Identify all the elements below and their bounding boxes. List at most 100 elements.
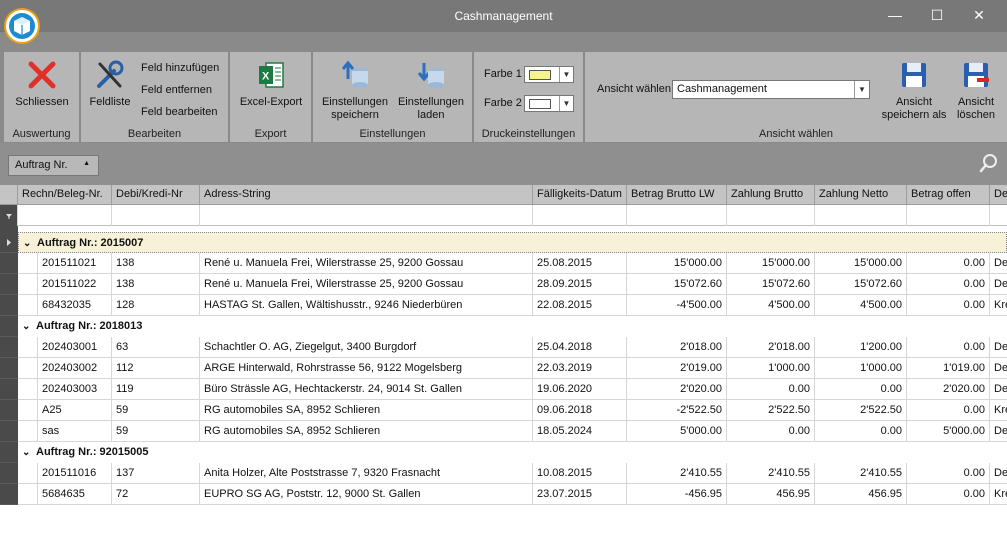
cell-zahlung-brutto[interactable]: 1'000.00 bbox=[727, 358, 815, 379]
cell-zahlung-netto[interactable]: 2'410.55 bbox=[815, 463, 907, 484]
cell-rechn-beleg-nr[interactable]: 202403002 bbox=[38, 358, 112, 379]
cell-betrag-brutto-lw[interactable]: 15'000.00 bbox=[627, 253, 727, 274]
app-logo-icon[interactable] bbox=[4, 8, 40, 44]
filter-cell-debi-kredi-nr[interactable] bbox=[112, 205, 200, 226]
column-header-zahlung-netto[interactable]: Zahlung Netto bbox=[815, 185, 907, 205]
group-row[interactable]: ⌄ Auftrag Nr.: 92015005 bbox=[18, 442, 1007, 463]
feld-entfernen-button[interactable]: Feld entfernen bbox=[141, 84, 212, 96]
row-indicator[interactable] bbox=[0, 379, 18, 400]
table-row[interactable]: 201511021 138 René u. Manuela Frei, Wilers… bbox=[18, 253, 1007, 274]
table-row[interactable]: 202403003 119 Büro Strässle AG, Hechtacker… bbox=[18, 379, 1007, 400]
close-window-button[interactable]: ✕ bbox=[964, 4, 994, 26]
cell-betrag-brutto-lw[interactable]: 2'019.00 bbox=[627, 358, 727, 379]
cell-zahlung-brutto[interactable]: 2'410.55 bbox=[727, 463, 815, 484]
cell-rechn-beleg-nr[interactable]: 202403003 bbox=[38, 379, 112, 400]
table-row[interactable]: 201511016 137 Anita Holzer, Alte Poststras… bbox=[18, 463, 1007, 484]
cell-betrag-brutto-lw[interactable]: 2'410.55 bbox=[627, 463, 727, 484]
cell-rechn-beleg-nr[interactable]: 201511022 bbox=[38, 274, 112, 295]
collapse-chevron-icon[interactable]: ⌄ bbox=[22, 321, 36, 332]
cell-faelligkeits-datum[interactable]: 18.05.2024 bbox=[533, 421, 627, 442]
cell-faelligkeits-datum[interactable]: 09.06.2018 bbox=[533, 400, 627, 421]
cell-faelligkeits-datum[interactable]: 28.09.2015 bbox=[533, 274, 627, 295]
cell-betrag-offen[interactable]: 0.00 bbox=[907, 337, 990, 358]
minimize-button[interactable]: — bbox=[880, 4, 910, 26]
row-indicator[interactable] bbox=[0, 484, 18, 505]
cell-betrag-offen[interactable]: 5'000.00 bbox=[907, 421, 990, 442]
column-header-zahlung-brutto[interactable]: Zahlung Brutto bbox=[727, 185, 815, 205]
cell-de[interactable]: De bbox=[990, 379, 1007, 400]
row-indicator[interactable] bbox=[0, 358, 18, 379]
cell-debi-kredi-nr[interactable]: 59 bbox=[112, 421, 200, 442]
cell-betrag-offen[interactable]: 2'020.00 bbox=[907, 379, 990, 400]
ansicht-speichern-button[interactable]: Ansicht speichern als bbox=[879, 58, 949, 122]
cell-betrag-offen[interactable]: 0.00 bbox=[907, 253, 990, 274]
cell-faelligkeits-datum[interactable]: 23.07.2015 bbox=[533, 484, 627, 505]
cell-betrag-brutto-lw[interactable]: 15'072.60 bbox=[627, 274, 727, 295]
cell-rechn-beleg-nr[interactable]: 5684635 bbox=[38, 484, 112, 505]
cell-debi-kredi-nr[interactable]: 119 bbox=[112, 379, 200, 400]
cell-zahlung-netto[interactable]: 0.00 bbox=[815, 421, 907, 442]
cell-faelligkeits-datum[interactable]: 19.06.2020 bbox=[533, 379, 627, 400]
cell-betrag-offen[interactable]: 0.00 bbox=[907, 463, 990, 484]
einstellungen-laden-button[interactable]: Einstellungen laden bbox=[395, 58, 467, 122]
row-indicator[interactable] bbox=[0, 337, 18, 358]
cell-debi-kredi-nr[interactable]: 112 bbox=[112, 358, 200, 379]
cell-debi-kredi-nr[interactable]: 138 bbox=[112, 274, 200, 295]
group-row-indicator[interactable] bbox=[0, 442, 18, 463]
row-indicator[interactable] bbox=[0, 274, 18, 295]
collapse-chevron-icon[interactable]: ⌄ bbox=[22, 447, 36, 458]
row-indicator[interactable] bbox=[0, 253, 18, 274]
cell-de[interactable]: De bbox=[990, 337, 1007, 358]
cell-betrag-brutto-lw[interactable]: 2'018.00 bbox=[627, 337, 727, 358]
row-indicator[interactable] bbox=[0, 421, 18, 442]
cell-debi-kredi-nr[interactable]: 137 bbox=[112, 463, 200, 484]
cell-zahlung-netto[interactable]: 456.95 bbox=[815, 484, 907, 505]
cell-de[interactable]: De bbox=[990, 358, 1007, 379]
table-row[interactable]: 201511022 138 René u. Manuela Frei, Wilers… bbox=[18, 274, 1007, 295]
cell-de[interactable]: De bbox=[990, 274, 1007, 295]
einstellungen-speichern-button[interactable]: Einstellungen speichern bbox=[319, 58, 391, 122]
farbe2-picker[interactable]: ▼ bbox=[524, 95, 574, 112]
cell-betrag-offen[interactable]: 0.00 bbox=[907, 400, 990, 421]
cell-zahlung-netto[interactable]: 1'200.00 bbox=[815, 337, 907, 358]
row-indicator[interactable] bbox=[0, 400, 18, 421]
cell-zahlung-brutto[interactable]: 2'522.50 bbox=[727, 400, 815, 421]
cell-de[interactable]: Kre bbox=[990, 295, 1007, 316]
cell-de[interactable]: Kre bbox=[990, 400, 1007, 421]
cell-adress-string[interactable]: ARGE Hinterwald, Rohrstrasse 56, 9122 Mo… bbox=[200, 358, 533, 379]
cell-zahlung-brutto[interactable]: 2'018.00 bbox=[727, 337, 815, 358]
ansicht-loeschen-button[interactable]: Ansicht löschen bbox=[951, 58, 1001, 122]
collapse-chevron-icon[interactable]: ⌄ bbox=[23, 238, 37, 249]
cell-faelligkeits-datum[interactable]: 22.03.2019 bbox=[533, 358, 627, 379]
column-header-betrag-brutto-lw[interactable]: Betrag Brutto LW bbox=[627, 185, 727, 205]
cell-debi-kredi-nr[interactable]: 59 bbox=[112, 400, 200, 421]
table-row[interactable]: 202403001 63 Schachtler O. AG, Ziegelgut, … bbox=[18, 337, 1007, 358]
group-row[interactable]: ⌄ Auftrag Nr.: 2018013 bbox=[18, 316, 1007, 337]
cell-rechn-beleg-nr[interactable]: sas bbox=[38, 421, 112, 442]
filter-cell-faelligkeits-datum[interactable] bbox=[533, 205, 627, 226]
cell-zahlung-brutto[interactable]: 15'072.60 bbox=[727, 274, 815, 295]
feldliste-button[interactable]: Feldliste bbox=[85, 58, 135, 109]
column-header-betrag-offen[interactable]: Betrag offen bbox=[907, 185, 990, 205]
column-header-debi-kredi-nr[interactable]: Debi/Kredi-Nr bbox=[112, 185, 200, 205]
cell-adress-string[interactable]: Büro Strässle AG, Hechtackerstr. 24, 901… bbox=[200, 379, 533, 400]
search-icon[interactable] bbox=[979, 153, 999, 173]
feld-bearbeiten-button[interactable]: Feld bearbeiten bbox=[141, 106, 217, 118]
filter-cell-zahlung-brutto[interactable] bbox=[727, 205, 815, 226]
filter-cell-betrag-brutto-lw[interactable] bbox=[627, 205, 727, 226]
cell-adress-string[interactable]: René u. Manuela Frei, Wilerstrasse 25, 9… bbox=[200, 274, 533, 295]
cell-zahlung-netto[interactable]: 4'500.00 bbox=[815, 295, 907, 316]
cell-de[interactable]: De bbox=[990, 463, 1007, 484]
column-header-adress-string[interactable]: Adress-String bbox=[200, 185, 533, 205]
group-row-indicator[interactable] bbox=[0, 232, 18, 253]
group-chip-auftrag[interactable]: Auftrag Nr. ▲ bbox=[8, 155, 99, 176]
table-row[interactable]: 68432035 128 HASTAG St. Gallen, Wältishuss… bbox=[18, 295, 1007, 316]
cell-adress-string[interactable]: HASTAG St. Gallen, Wältishusstr., 9246 N… bbox=[200, 295, 533, 316]
cell-rechn-beleg-nr[interactable]: 201511021 bbox=[38, 253, 112, 274]
cell-faelligkeits-datum[interactable]: 25.04.2018 bbox=[533, 337, 627, 358]
cell-debi-kredi-nr[interactable]: 138 bbox=[112, 253, 200, 274]
row-indicator[interactable] bbox=[0, 463, 18, 484]
cell-betrag-brutto-lw[interactable]: -456.95 bbox=[627, 484, 727, 505]
filter-cell-rechn-beleg-nr[interactable] bbox=[18, 205, 112, 226]
cell-adress-string[interactable]: René u. Manuela Frei, Wilerstrasse 25, 9… bbox=[200, 253, 533, 274]
